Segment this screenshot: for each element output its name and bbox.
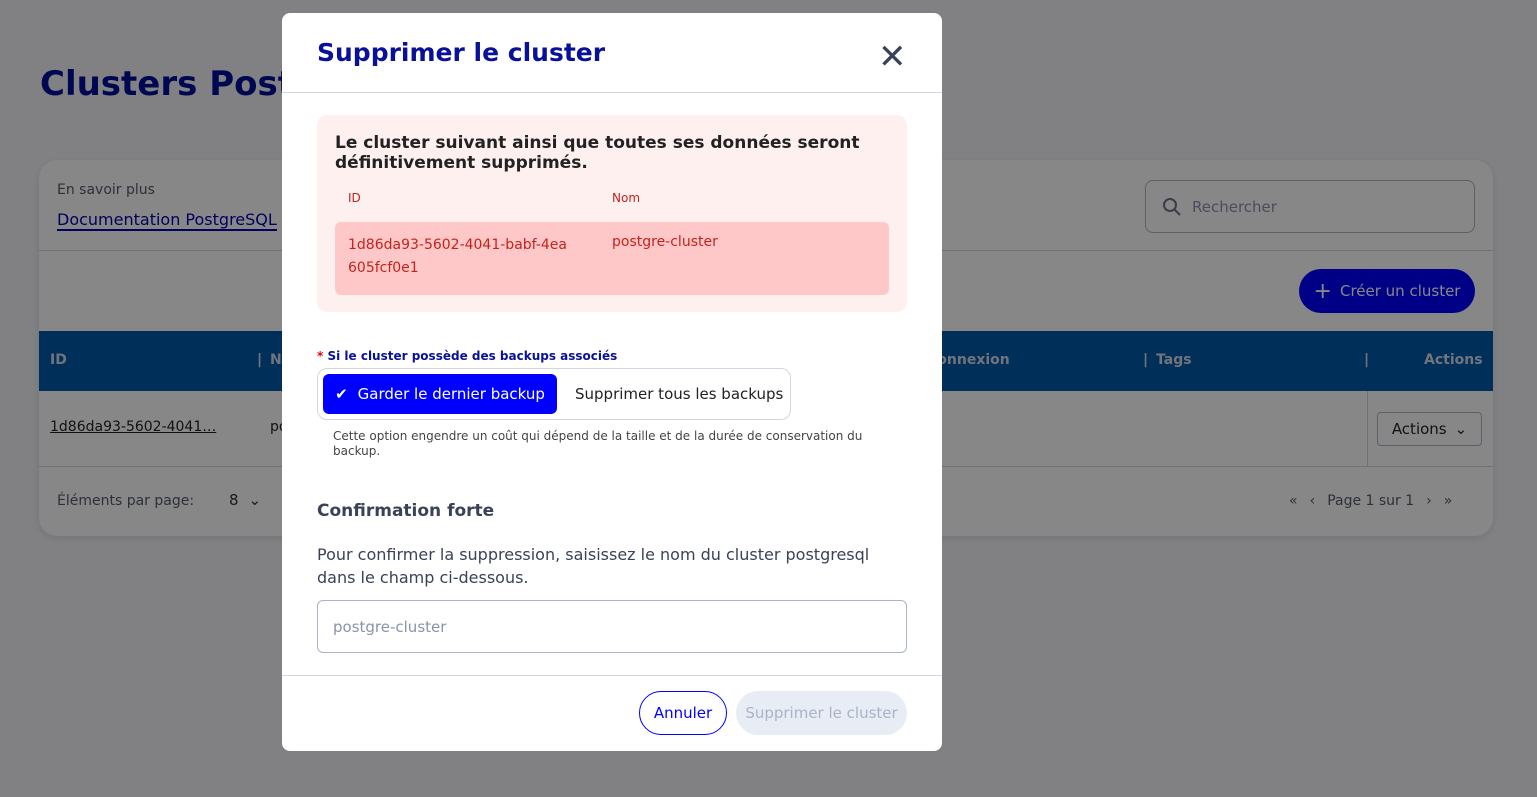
option-label: Garder le dernier backup: [357, 385, 545, 403]
cluster-row: 1d86da93-5602-4041-babf-4ea605fcf0e1 pos…: [335, 222, 889, 295]
confirmation-title: Confirmation forte: [317, 501, 495, 521]
divider: [282, 675, 942, 676]
check-icon: ✔: [335, 385, 348, 403]
cluster-name: postgre-cluster: [612, 234, 718, 250]
backup-option-label: * Si le cluster possède des backups asso…: [317, 349, 617, 363]
confirmation-text: Pour confirmer la suppression, saisissez…: [317, 545, 870, 587]
delete-cluster-modal: Supprimer le cluster ✕ Le cluster suivan…: [282, 13, 942, 751]
warning-text: Le cluster suivant ainsi que toutes ses …: [335, 133, 860, 173]
confirmation-input[interactable]: [317, 600, 907, 653]
name-label: Nom: [612, 191, 641, 205]
required-mark: *: [317, 349, 324, 363]
id-label: ID: [348, 191, 361, 205]
divider: [282, 92, 942, 93]
delete-cluster-button[interactable]: Supprimer le cluster: [736, 691, 907, 735]
backup-segmented-control: ✔ Garder le dernier backup Supprimer tous…: [317, 368, 791, 420]
cancel-button[interactable]: Annuler: [639, 691, 727, 735]
backup-help-text: Cette option engendre un coût qui dépend…: [333, 429, 863, 458]
modal-title: Supprimer le cluster: [317, 38, 606, 67]
close-icon[interactable]: ✕: [878, 40, 907, 74]
keep-last-backup-option[interactable]: ✔ Garder le dernier backup: [323, 374, 557, 414]
backup-label-text: Si le cluster possède des backups associ…: [327, 349, 618, 363]
warning-box: Le cluster suivant ainsi que toutes ses …: [317, 115, 907, 312]
delete-all-backups-option[interactable]: Supprimer tous les backups: [557, 385, 783, 403]
cluster-id: 1d86da93-5602-4041-babf-4ea605fcf0e1: [348, 237, 567, 276]
